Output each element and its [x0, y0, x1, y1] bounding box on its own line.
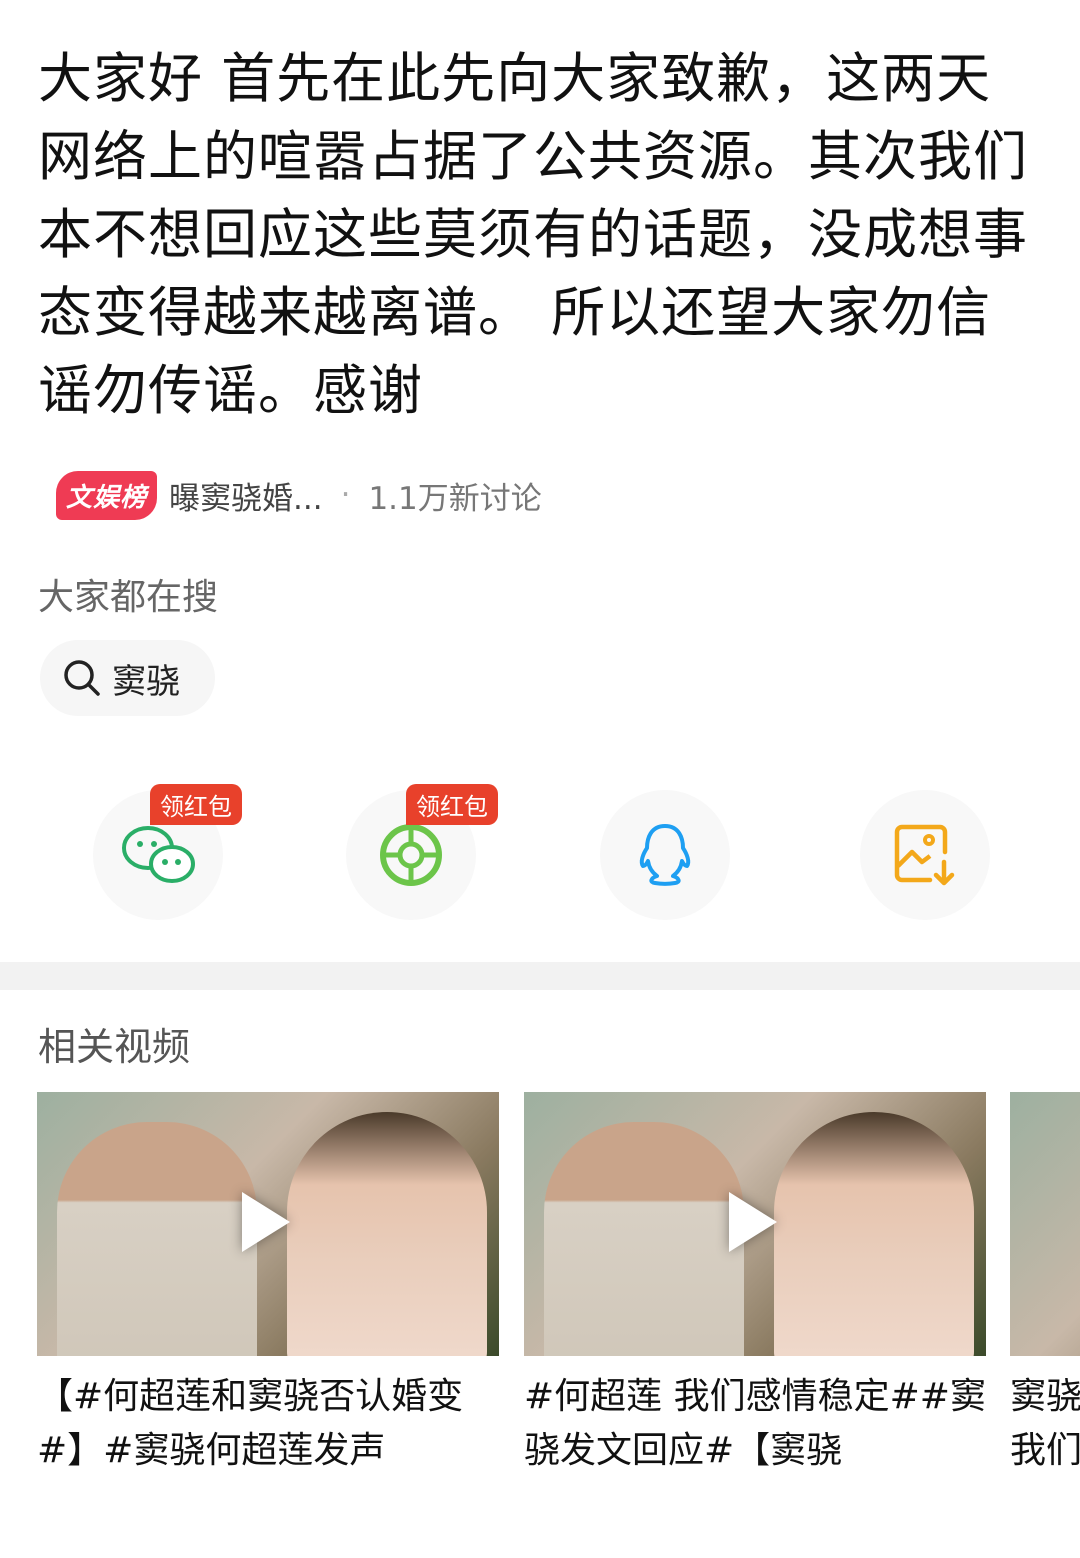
section-divider: [0, 962, 1080, 990]
video-thumbnail[interactable]: [1010, 1092, 1080, 1356]
qq-icon: [639, 824, 691, 886]
video-card[interactable]: 【#何超莲和窦骁否认婚变#】#窦骁何超莲发声: [37, 1092, 499, 1480]
hot-topic-row[interactable]: 文娱榜 曝窦骁婚... · 1.1万新讨论: [56, 470, 542, 520]
moments-icon: [380, 824, 442, 886]
separator-dot: ·: [340, 477, 351, 513]
search-icon: [64, 660, 100, 696]
video-card[interactable]: #何超莲 我们感情稳定##窦骁发文回应#【窦骁: [524, 1092, 986, 1480]
search-section-title: 大家都在搜: [38, 577, 219, 618]
red-packet-tag: 领红包: [150, 784, 242, 825]
video-thumbnail[interactable]: [37, 1092, 499, 1356]
search-chip-label: 窦骁: [112, 661, 180, 702]
video-title[interactable]: 【#何超莲和窦骁否认婚变#】#窦骁何超莲发声: [37, 1370, 507, 1480]
play-icon[interactable]: [729, 1192, 777, 1252]
save-image-button[interactable]: [860, 790, 990, 920]
video-card[interactable]: 窦骁 我们: [1010, 1092, 1080, 1480]
hot-topic-title[interactable]: 曝窦骁婚...: [169, 473, 323, 518]
discussion-count: 1.1万新讨论: [368, 480, 542, 517]
search-chip[interactable]: 窦骁: [40, 640, 215, 716]
related-videos-title: 相关视频: [38, 1025, 191, 1069]
hot-list-badge: 文娱榜: [56, 470, 158, 520]
wechat-icon: [122, 826, 195, 883]
video-title[interactable]: #何超莲 我们感情稳定##窦骁发文回应#【窦骁: [524, 1370, 994, 1480]
play-icon[interactable]: [242, 1192, 290, 1252]
save-image-icon: [894, 824, 955, 886]
video-title[interactable]: 窦骁 我们: [1010, 1370, 1080, 1480]
video-thumbnail[interactable]: [524, 1092, 986, 1356]
post-text: 大家好 首先在此先向大家致歉，这两天网络上的喧嚣占据了公共资源。其次我们本不想回…: [38, 47, 1028, 422]
share-bar: 领红包 领红包: [0, 780, 1080, 920]
share-qq-button[interactable]: [600, 790, 730, 920]
red-packet-tag: 领红包: [406, 784, 498, 825]
